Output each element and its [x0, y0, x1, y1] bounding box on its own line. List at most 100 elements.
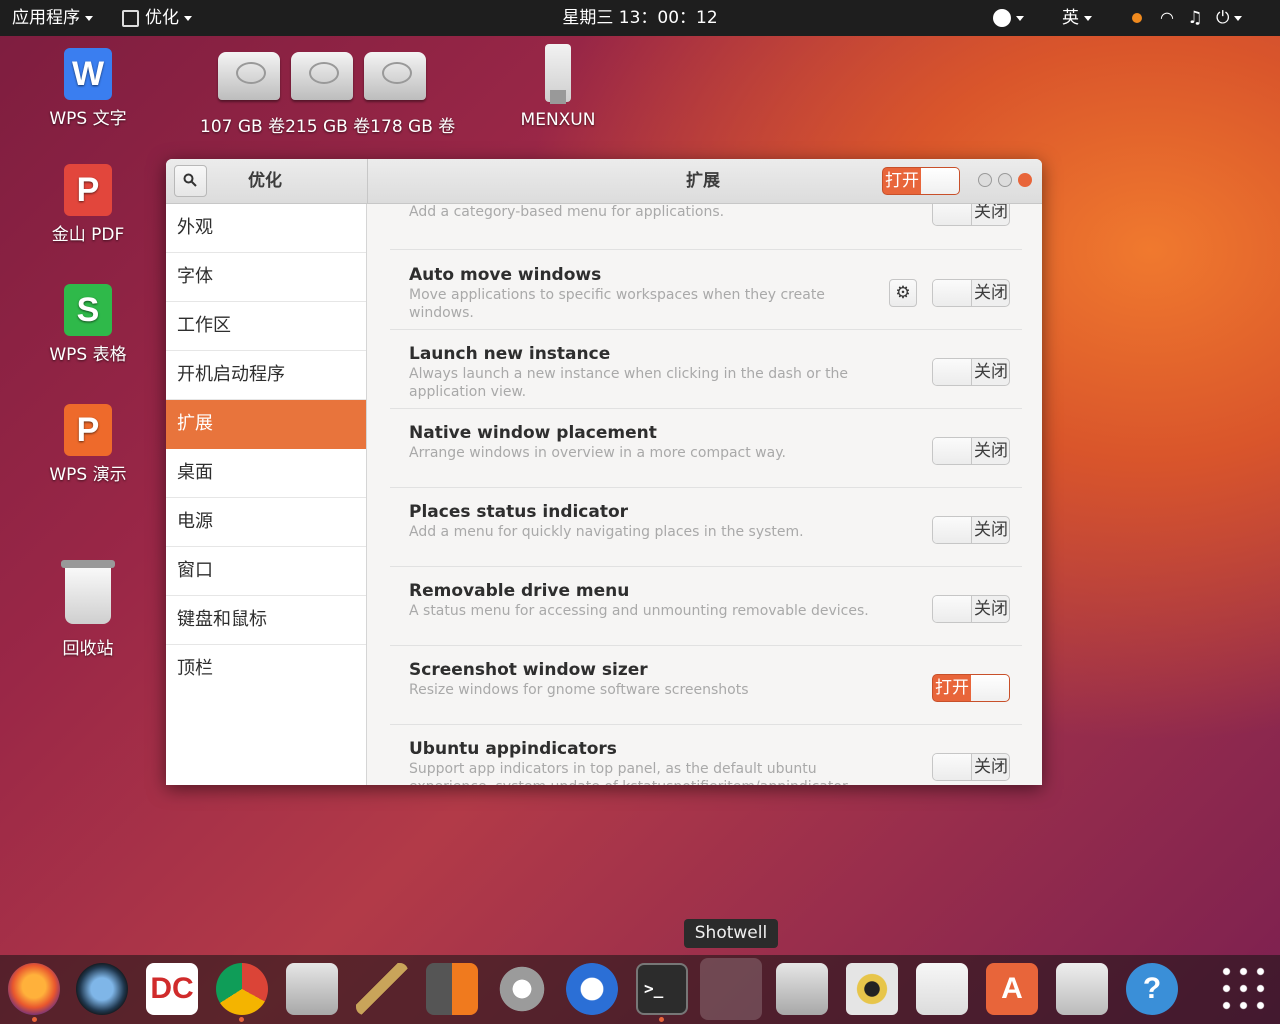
- top-bar: 应用程序 优化 星期三 13：00：12 英 ◠ ♫ ⏻: [0, 0, 1280, 36]
- page-title: 扩展: [686, 171, 720, 191]
- extension-toggle[interactable]: 关闭: [932, 437, 1010, 465]
- sidebar-item-top-bar[interactable]: 顶栏: [166, 645, 366, 693]
- sidebar-header: 优化: [166, 159, 368, 204]
- sidebar-item-startup-apps[interactable]: 开机启动程序: [166, 351, 366, 400]
- extension-title: Screenshot window sizer: [409, 660, 648, 680]
- terminal-icon[interactable]: >_: [636, 963, 688, 1015]
- applications-menu-label: 应用程序: [12, 8, 80, 28]
- switch-knob: [971, 675, 1009, 701]
- sidebar-title: 优化: [248, 171, 282, 191]
- sidebar-item-extensions[interactable]: 扩展: [166, 400, 366, 449]
- trash-icon: [61, 560, 115, 624]
- desktop-icon-wps-writer[interactable]: W WPS 文字: [38, 48, 138, 129]
- list-item: Ubuntu appindicators Support app indicat…: [390, 724, 1022, 785]
- software-center-icon[interactable]: A: [986, 963, 1038, 1015]
- image-viewer-icon[interactable]: [916, 963, 968, 1015]
- clock-label[interactable]: 星期三 13：00：12: [562, 8, 717, 28]
- running-indicator: [32, 1017, 37, 1022]
- extensions-list[interactable]: Add a category-based menu for applicatio…: [368, 204, 1042, 785]
- extension-toggle[interactable]: 关闭: [932, 595, 1010, 623]
- rhythmbox-icon[interactable]: [846, 963, 898, 1015]
- extension-toggle[interactable]: 打开: [932, 674, 1010, 702]
- extension-title: Ubuntu appindicators: [409, 739, 617, 759]
- switch-knob: [933, 517, 972, 543]
- desktop-icon-trash[interactable]: 回收站: [38, 560, 138, 659]
- usb-drive-icon: [545, 44, 571, 104]
- extension-toggle[interactable]: 关闭: [932, 279, 1010, 307]
- chevron-down-icon: [1084, 15, 1092, 21]
- calculator-icon[interactable]: [426, 963, 478, 1015]
- accessibility-icon: [993, 9, 1011, 27]
- extension-title: Auto move windows: [409, 265, 602, 285]
- sidebar-item-workspaces[interactable]: 工作区: [166, 302, 366, 351]
- list-item: Screenshot window sizer Resize windows f…: [390, 645, 1022, 725]
- search-button[interactable]: [174, 165, 207, 197]
- chrome-icon[interactable]: [216, 963, 268, 1015]
- sidebar-item-desktop[interactable]: 桌面: [166, 449, 366, 498]
- list-item: Launch new instance Always launch a new …: [390, 329, 1022, 409]
- sidebar-item-fonts[interactable]: 字体: [166, 253, 366, 302]
- sidebar-item-power[interactable]: 电源: [166, 498, 366, 547]
- maximize-button[interactable]: [998, 173, 1012, 187]
- dc-app-icon[interactable]: DC: [146, 963, 198, 1015]
- minimize-button[interactable]: [978, 173, 992, 187]
- running-indicator: [239, 1017, 244, 1022]
- sidebar-item-keyboard-mouse[interactable]: 键盘和鼠标: [166, 596, 366, 645]
- extension-toggle[interactable]: 关闭: [932, 516, 1010, 544]
- shotwell-icon[interactable]: [700, 958, 762, 1020]
- active-app-menu[interactable]: 优化: [122, 0, 192, 36]
- desktop-icon-label: WPS 文字: [49, 109, 127, 129]
- active-app-label: 优化: [145, 8, 179, 28]
- web-browser-icon[interactable]: [76, 963, 128, 1015]
- list-item: Removable drive menu A status menu for a…: [390, 566, 1022, 646]
- extension-description: Arrange windows in overview in a more co…: [409, 445, 786, 461]
- files-icon[interactable]: [286, 963, 338, 1015]
- sidebar-item-windows[interactable]: 窗口: [166, 547, 366, 596]
- extension-title: Places status indicator: [409, 502, 629, 522]
- extension-toggle[interactable]: 关闭: [932, 753, 1010, 781]
- tweaks-window: 优化 扩展 打开 外观 字体 工作区 开机启动程序 扩展 桌面 电源 窗口 键盘…: [166, 159, 1042, 785]
- extension-toggle[interactable]: 关闭: [932, 204, 1010, 226]
- extension-title: Native window placement: [409, 423, 657, 443]
- switch-knob: [933, 280, 972, 306]
- switch-knob: [933, 438, 972, 464]
- sidebar-item-appearance[interactable]: 外观: [166, 204, 366, 253]
- switch-state-label: 关闭: [974, 520, 1008, 540]
- switch-knob: [933, 596, 972, 622]
- content-header: 扩展 打开: [368, 159, 1042, 204]
- switch-knob: [933, 204, 972, 225]
- show-apps-icon[interactable]: [1218, 963, 1270, 1015]
- files-icon[interactable]: [776, 963, 828, 1015]
- extensions-master-switch[interactable]: 打开: [882, 167, 960, 195]
- help-icon[interactable]: ?: [1126, 963, 1178, 1015]
- desktop-icon-wps-sheets[interactable]: S WPS 表格: [38, 284, 138, 365]
- mail-icon[interactable]: [566, 963, 618, 1015]
- close-button[interactable]: [1018, 173, 1032, 187]
- desktop-icon-pdf[interactable]: P 金山 PDF: [38, 164, 138, 245]
- extension-description: Add a category-based menu for applicatio…: [409, 204, 725, 220]
- dock-tooltip: Shotwell: [684, 919, 778, 948]
- running-indicator: [659, 1017, 664, 1022]
- input-method-label: 英: [1062, 8, 1079, 28]
- system-menu[interactable]: ◠ ♫ ⏻: [1160, 0, 1243, 36]
- extension-settings-button[interactable]: ⚙: [889, 279, 917, 307]
- desktop-icon-usb[interactable]: MENXUN: [508, 44, 608, 130]
- desktop-icon-drives[interactable]: 107 GB 卷215 GB 卷178 GB 卷: [200, 52, 455, 137]
- firefox-icon[interactable]: [8, 963, 60, 1015]
- switch-state-label: 关闭: [974, 441, 1008, 461]
- extension-description: Resize windows for gnome software screen…: [409, 682, 749, 698]
- input-method-menu[interactable]: 英: [1062, 0, 1092, 36]
- camera-icon[interactable]: [1056, 963, 1108, 1015]
- paint-brush-icon[interactable]: [356, 963, 408, 1015]
- accessibility-menu[interactable]: [993, 0, 1024, 36]
- list-item: Add a category-based menu for applicatio…: [390, 204, 1022, 250]
- notification-dot-icon[interactable]: [1132, 0, 1142, 36]
- desktop-icon-wps-presentation[interactable]: P WPS 演示: [38, 404, 138, 485]
- extension-toggle[interactable]: 关闭: [932, 358, 1010, 386]
- applications-menu[interactable]: 应用程序: [12, 0, 93, 36]
- wps-writer-icon: W: [64, 48, 112, 100]
- settings-icon[interactable]: [496, 963, 548, 1015]
- extension-description: Add a menu for quickly navigating places…: [409, 524, 804, 540]
- list-item: Auto move windows Move applications to s…: [390, 250, 1022, 330]
- switch-state-label: 关闭: [974, 599, 1008, 619]
